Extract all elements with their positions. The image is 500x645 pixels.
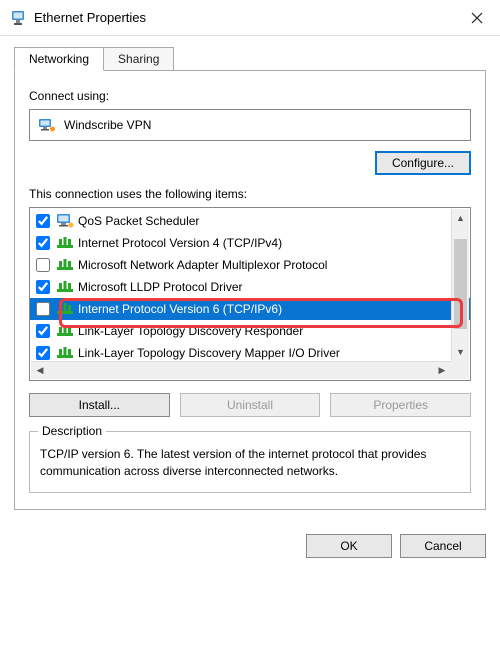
monitor-icon — [56, 213, 74, 229]
item-checkbox[interactable] — [36, 346, 50, 360]
item-buttons-row: Install... Uninstall Properties — [29, 393, 471, 417]
item-label: Link-Layer Topology Discovery Responder — [78, 324, 303, 338]
adapter-field[interactable]: Windscribe VPN — [29, 109, 471, 141]
close-button[interactable] — [454, 0, 500, 36]
window-title: Ethernet Properties — [34, 10, 454, 25]
list-item[interactable]: Microsoft Network Adapter Multiplexor Pr… — [30, 254, 470, 276]
button-label: Configure... — [392, 156, 454, 170]
tab-panel-networking: Connect using: Windscribe VPN Configure.… — [14, 71, 486, 510]
items-box-wrap: QoS Packet Scheduler Internet Protocol Ve… — [29, 207, 471, 381]
network-icon — [56, 257, 74, 273]
item-checkbox[interactable] — [36, 214, 50, 228]
scroll-up-arrow[interactable]: ▲ — [452, 209, 469, 227]
list-item[interactable]: Link-Layer Topology Discovery Responder — [30, 320, 470, 342]
item-checkbox[interactable] — [36, 236, 50, 250]
vertical-scrollbar[interactable]: ▲ ▼ — [451, 209, 469, 361]
scroll-down-arrow[interactable]: ▼ — [452, 343, 469, 361]
item-label: Microsoft Network Adapter Multiplexor Pr… — [78, 258, 327, 272]
item-checkbox[interactable] — [36, 258, 50, 272]
network-icon — [56, 235, 74, 251]
configure-button[interactable]: Configure... — [375, 151, 471, 175]
network-icon — [56, 345, 74, 361]
adapter-name: Windscribe VPN — [64, 118, 151, 132]
description-legend: Description — [38, 424, 106, 438]
scroll-thumb[interactable] — [454, 239, 467, 329]
button-label: OK — [340, 539, 357, 553]
item-checkbox[interactable] — [36, 324, 50, 338]
network-icon — [56, 279, 74, 295]
configure-row: Configure... — [29, 151, 471, 175]
install-button[interactable]: Install... — [29, 393, 170, 417]
tab-label: Networking — [29, 52, 89, 66]
tab-networking[interactable]: Networking — [14, 47, 104, 71]
list-item[interactable]: Microsoft LLDP Protocol Driver — [30, 276, 470, 298]
item-label: Microsoft LLDP Protocol Driver — [78, 280, 243, 294]
network-icon — [56, 323, 74, 339]
item-label: Link-Layer Topology Discovery Mapper I/O… — [78, 346, 340, 360]
item-checkbox[interactable] — [36, 280, 50, 294]
button-label: Install... — [79, 398, 120, 412]
tab-label: Sharing — [118, 52, 159, 66]
tab-sharing[interactable]: Sharing — [103, 47, 174, 70]
list-item[interactable]: QoS Packet Scheduler — [30, 210, 470, 232]
cancel-button[interactable]: Cancel — [400, 534, 486, 558]
window-body: Networking Sharing Connect using: Windsc… — [0, 36, 500, 524]
items-list: QoS Packet Scheduler Internet Protocol Ve… — [30, 208, 470, 366]
scroll-left-arrow[interactable]: ◀ — [31, 362, 49, 380]
properties-button[interactable]: Properties — [330, 393, 471, 417]
connect-using-label: Connect using: — [29, 89, 471, 103]
window-icon — [10, 10, 26, 26]
horizontal-scrollbar[interactable]: ◀ ▶ — [31, 361, 451, 379]
description-text: TCP/IP version 6. The latest version of … — [40, 446, 460, 480]
ok-button[interactable]: OK — [306, 534, 392, 558]
adapter-icon — [38, 116, 56, 134]
tab-strip: Networking Sharing — [14, 46, 486, 71]
titlebar: Ethernet Properties — [0, 0, 500, 36]
button-label: Properties — [373, 398, 428, 412]
list-item[interactable]: Internet Protocol Version 4 (TCP/IPv4) — [30, 232, 470, 254]
items-listbox[interactable]: QoS Packet Scheduler Internet Protocol Ve… — [29, 207, 471, 381]
scroll-corner — [451, 361, 469, 379]
network-icon — [56, 301, 74, 317]
items-scroll-viewport: QoS Packet Scheduler Internet Protocol Ve… — [30, 208, 470, 380]
items-label: This connection uses the following items… — [29, 187, 471, 201]
list-item[interactable]: Internet Protocol Version 6 (TCP/IPv6) — [30, 298, 470, 320]
item-label: Internet Protocol Version 4 (TCP/IPv4) — [78, 236, 282, 250]
button-label: Cancel — [424, 539, 461, 553]
dialog-buttons: OK Cancel — [0, 524, 500, 572]
close-icon — [471, 12, 483, 24]
button-label: Uninstall — [227, 398, 273, 412]
scroll-right-arrow[interactable]: ▶ — [433, 362, 451, 380]
description-fieldset: Description TCP/IP version 6. The latest… — [29, 431, 471, 493]
item-checkbox[interactable] — [36, 302, 50, 316]
item-label: QoS Packet Scheduler — [78, 214, 199, 228]
uninstall-button[interactable]: Uninstall — [180, 393, 321, 417]
item-label: Internet Protocol Version 6 (TCP/IPv6) — [78, 302, 282, 316]
